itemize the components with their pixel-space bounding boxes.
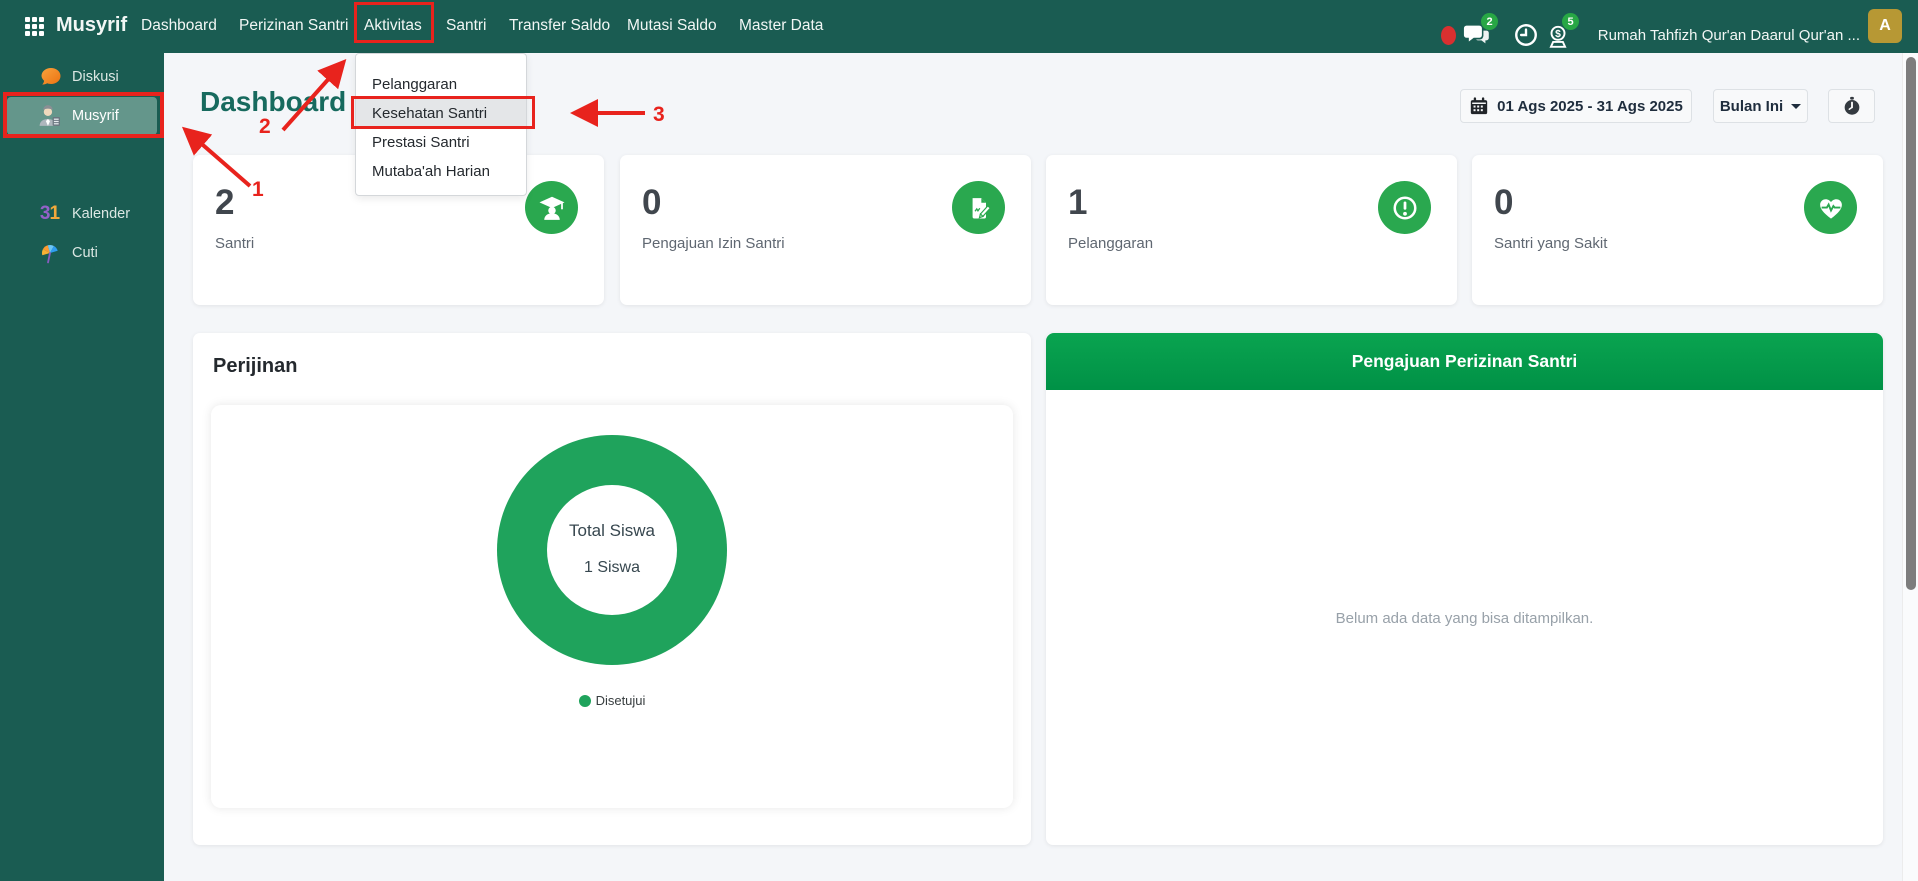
perijinan-card: Perijinan Total Siswa 1 Siswa Disetujui <box>193 333 1031 845</box>
annotation-step-3: 3 <box>653 103 665 126</box>
musyrif-person-icon <box>36 103 63 129</box>
stat-card-pengajuan-izin: 0 Pengajuan Izin Santri <box>620 155 1031 305</box>
submissions-panel: Pengajuan Perizinan Santri Belum ada dat… <box>1046 333 1883 845</box>
app-window: Musyrif Dashboard Perizinan Santri Aktiv… <box>0 0 1918 881</box>
sidebar-item-diskusi[interactable]: Diskusi <box>0 58 164 96</box>
heart-pulse-icon <box>1804 181 1857 234</box>
brand-title[interactable]: Musyrif <box>56 14 127 37</box>
period-label: Bulan Ini <box>1720 98 1783 115</box>
chevron-down-icon <box>1791 104 1801 109</box>
date-range-label: 01 Ags 2025 - 31 Ags 2025 <box>1497 98 1683 115</box>
donut-center-title: Total Siswa <box>497 521 727 541</box>
aktivitas-dropdown-menu: Pelanggaran Kesehatan Santri Prestasi Sa… <box>355 53 527 196</box>
nav-item-aktivitas[interactable]: Aktivitas <box>364 17 422 35</box>
sidebar-item-cuti[interactable]: Cuti <box>0 234 164 272</box>
sidebar-item-label: Cuti <box>72 245 98 261</box>
donut-chart: Total Siswa 1 Siswa <box>497 435 727 665</box>
legend-label: Disetujui <box>596 693 646 708</box>
umbrella-icon <box>36 240 63 266</box>
annotation-step-2: 2 <box>259 115 271 138</box>
legend-item-disetujui[interactable]: Disetujui <box>211 693 1013 708</box>
nav-item-transfer-saldo[interactable]: Transfer Saldo <box>509 17 610 35</box>
stat-label: Pelanggaran <box>1068 235 1153 252</box>
menu-item-kesehatan-santri[interactable]: Kesehatan Santri <box>356 99 526 128</box>
menu-item-pelanggaran[interactable]: Pelanggaran <box>356 70 526 99</box>
history-clock-icon[interactable] <box>1513 22 1539 48</box>
svg-text:$: $ <box>1555 29 1561 40</box>
menu-item-prestasi-santri[interactable]: Prestasi Santri <box>356 128 526 157</box>
date-range-button[interactable]: 01 Ags 2025 - 31 Ags 2025 <box>1460 89 1692 123</box>
file-pen-icon <box>952 181 1005 234</box>
donut-center-value: 1 Siswa <box>497 559 727 577</box>
status-dot-icon[interactable] <box>1441 26 1456 45</box>
stat-value: 1 <box>1068 183 1087 223</box>
menu-item-mutabaah-harian[interactable]: Mutaba'ah Harian <box>356 157 526 186</box>
messages-badge: 2 <box>1481 13 1498 30</box>
stat-card-santri-sakit: 0 Santri yang Sakit <box>1472 155 1883 305</box>
diskusi-chat-icon <box>36 64 63 90</box>
organization-name[interactable]: Rumah Tahfizh Qur'an Daarul Qur'an ... <box>1586 27 1860 44</box>
donut-chart-container: Total Siswa 1 Siswa Disetujui <box>211 405 1013 808</box>
exclamation-icon <box>1378 181 1431 234</box>
submissions-panel-header: Pengajuan Perizinan Santri <box>1046 333 1883 390</box>
perijinan-title: Perijinan <box>213 355 297 378</box>
stat-value: 2 <box>215 183 234 223</box>
calendar-icon <box>1469 96 1489 116</box>
graduate-icon <box>525 181 578 234</box>
sidebar-item-kalender[interactable]: 31 Kalender <box>0 195 164 233</box>
empty-state-text: Belum ada data yang bisa ditampilkan. <box>1046 610 1883 627</box>
nav-item-dashboard[interactable]: Dashboard <box>141 17 217 35</box>
nav-item-master-data[interactable]: Master Data <box>739 17 823 35</box>
legend-dot-icon <box>579 695 591 707</box>
nav-item-perizinan-santri[interactable]: Perizinan Santri <box>239 17 348 35</box>
calendar-31-icon: 31 <box>36 201 63 227</box>
scrollbar-track[interactable] <box>1902 53 1918 881</box>
stat-label: Santri yang Sakit <box>1494 235 1607 252</box>
sidebar-item-label: Musyrif <box>72 108 119 124</box>
nav-item-mutasi-saldo[interactable]: Mutasi Saldo <box>627 17 717 35</box>
sidebar-item-musyrif[interactable]: Musyrif <box>7 97 157 135</box>
stopwatch-button[interactable] <box>1828 89 1875 123</box>
apps-grid-icon[interactable] <box>25 17 44 36</box>
stat-value: 0 <box>1494 183 1513 223</box>
top-navbar: Musyrif Dashboard Perizinan Santri Aktiv… <box>0 0 1918 53</box>
stat-label: Pengajuan Izin Santri <box>642 235 785 252</box>
period-select-button[interactable]: Bulan Ini <box>1713 89 1808 123</box>
nav-item-santri[interactable]: Santri <box>446 17 487 35</box>
sidebar: Diskusi Musyrif 31 Kalender <box>0 53 164 881</box>
stopwatch-icon <box>1841 95 1863 117</box>
donut-hole <box>547 485 677 615</box>
wallet-badge: 5 <box>1562 13 1579 30</box>
avatar[interactable]: A <box>1868 9 1902 43</box>
stat-value: 0 <box>642 183 661 223</box>
sidebar-item-label: Kalender <box>72 206 130 222</box>
stat-card-pelanggaran: 1 Pelanggaran <box>1046 155 1457 305</box>
stat-label: Santri <box>215 235 254 252</box>
sidebar-item-label: Diskusi <box>72 69 119 85</box>
scrollbar-thumb[interactable] <box>1906 57 1916 590</box>
